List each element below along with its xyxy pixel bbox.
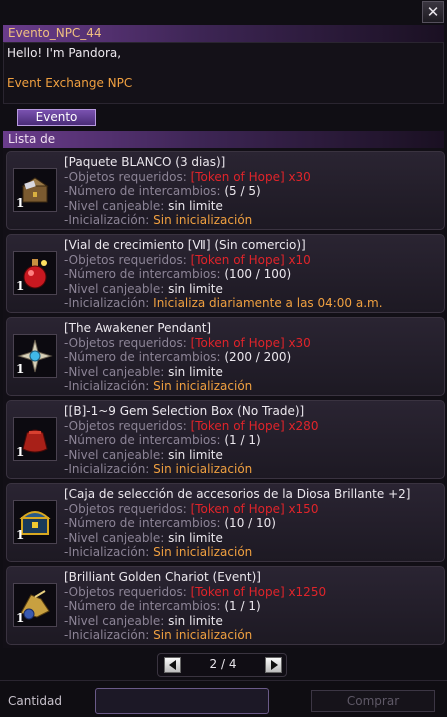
item-title: [[B]-1~9 Gem Selection Box (No Trade)] xyxy=(64,404,305,418)
level-label: -Nivel canjeable: xyxy=(64,281,169,296)
req-value: [Token of Hope] x30 xyxy=(190,169,311,184)
quantity-label: Cantidad xyxy=(8,694,62,708)
exchange-label: -Número de intercambios: xyxy=(64,267,225,282)
exchange-value: (100 / 100) xyxy=(224,267,292,282)
item-quantity: 1 xyxy=(16,611,25,625)
init-value: Inicializa diariamente a las 04:00 a.m. xyxy=(153,296,383,311)
req-label: -Objetos requeridos: xyxy=(64,418,191,433)
init-label: -Inicialización: xyxy=(64,462,154,477)
item-title: [Vial de crecimiento [Ⅶ] (Sin comercio)] xyxy=(64,238,306,252)
triangle-right-icon xyxy=(271,660,278,670)
item-title: [Caja de selección de accesorios de la D… xyxy=(64,487,411,501)
npc-greeting: Hello! I'm Pandora, xyxy=(7,46,122,60)
level-label: -Nivel canjeable: xyxy=(64,447,169,462)
next-page-button[interactable] xyxy=(265,657,282,673)
list-item[interactable]: 1 [Brilliant Golden Chariot (Event)] -Ob… xyxy=(6,566,445,645)
item-title: [Brilliant Golden Chariot (Event)] xyxy=(64,570,261,584)
init-label: -Inicialización: xyxy=(64,296,154,311)
exchange-label: -Número de intercambios: xyxy=(64,184,225,199)
level-value: sin limite xyxy=(168,447,223,462)
exchange-list: 1 [Paquete BLANCO (3 dias)] -Objetos req… xyxy=(3,148,445,648)
req-value: [Token of Hope] x10 xyxy=(190,252,311,267)
event-exchange-window: ✕ Evento_NPC_44 Hello! I'm Pandora, Even… xyxy=(0,0,447,717)
item-icon-slot[interactable]: 1 xyxy=(13,583,57,627)
list-item[interactable]: 1 [Vial de crecimiento [Ⅶ] (Sin comercio… xyxy=(6,234,445,313)
init-label: -Inicialización: xyxy=(64,379,154,394)
exchange-value: (200 / 200) xyxy=(224,350,292,365)
init-value: Sin inicialización xyxy=(153,462,253,477)
level-value: sin limite xyxy=(168,364,223,379)
exchange-label: -Número de intercambios: xyxy=(64,599,225,614)
level-value: sin limite xyxy=(168,198,223,213)
init-value: Sin inicialización xyxy=(153,628,253,643)
pagination: 2 / 4 xyxy=(157,653,287,677)
req-value: [Token of Hope] x1250 xyxy=(190,584,327,599)
init-label: -Inicialización: xyxy=(64,213,154,228)
item-quantity: 1 xyxy=(16,528,25,542)
req-value: [Token of Hope] x280 xyxy=(190,418,319,433)
req-label: -Objetos requeridos: xyxy=(64,335,191,350)
quantity-input[interactable] xyxy=(95,688,269,714)
exchange-label: -Número de intercambios: xyxy=(64,433,225,448)
item-quantity: 1 xyxy=(16,196,25,210)
init-value: Sin inicialización xyxy=(153,213,253,228)
item-icon-slot[interactable]: 1 xyxy=(13,334,57,378)
exchange-label: -Número de intercambios: xyxy=(64,350,225,365)
req-label: -Objetos requeridos: xyxy=(64,501,191,516)
npc-dialog-panel: Hello! I'm Pandora, Event Exchange NPC xyxy=(3,42,444,104)
item-icon-slot[interactable]: 1 xyxy=(13,168,57,212)
item-icon-slot[interactable]: 1 xyxy=(13,417,57,461)
exchange-value: (10 / 10) xyxy=(224,516,276,531)
item-icon-slot[interactable]: 1 xyxy=(13,500,57,544)
init-value: Sin inicialización xyxy=(153,379,253,394)
close-icon: ✕ xyxy=(426,3,440,21)
tab-evento[interactable]: Evento xyxy=(17,109,96,126)
npc-name: Evento_NPC_44 xyxy=(8,26,102,40)
list-header-label: Lista de xyxy=(8,132,56,146)
init-label: -Inicialización: xyxy=(64,545,154,560)
item-icon-slot[interactable]: 1 xyxy=(13,251,57,295)
item-title: [Paquete BLANCO (3 dias)] xyxy=(64,155,226,169)
req-label: -Objetos requeridos: xyxy=(64,252,191,267)
req-label: -Objetos requeridos: xyxy=(64,169,191,184)
item-title: [The Awakener Pendant] xyxy=(64,321,212,335)
req-value: [Token of Hope] x30 xyxy=(190,335,311,350)
list-header: Lista de xyxy=(3,131,444,148)
list-item[interactable]: 1 [Caja de selección de accesorios de la… xyxy=(6,483,445,562)
req-label: -Objetos requeridos: xyxy=(64,584,191,599)
init-value: Sin inicialización xyxy=(153,545,253,560)
item-quantity: 1 xyxy=(16,362,25,376)
exchange-value: (1 / 1) xyxy=(224,433,261,448)
buy-button[interactable]: Comprar xyxy=(311,690,435,712)
level-value: sin limite xyxy=(168,613,223,628)
level-label: -Nivel canjeable: xyxy=(64,198,169,213)
level-label: -Nivel canjeable: xyxy=(64,613,169,628)
item-quantity: 1 xyxy=(16,279,25,293)
list-item[interactable]: 1 [The Awakener Pendant] -Objetos requer… xyxy=(6,317,445,396)
close-button[interactable]: ✕ xyxy=(422,1,444,23)
npc-name-bar: Evento_NPC_44 xyxy=(3,25,444,42)
list-item[interactable]: 1 [Paquete BLANCO (3 dias)] -Objetos req… xyxy=(6,151,445,230)
npc-role: Event Exchange NPC xyxy=(7,76,133,90)
req-value: [Token of Hope] x150 xyxy=(190,501,319,516)
exchange-value: (1 / 1) xyxy=(224,599,261,614)
list-item[interactable]: 1 [[B]-1~9 Gem Selection Box (No Trade)]… xyxy=(6,400,445,479)
level-label: -Nivel canjeable: xyxy=(64,364,169,379)
exchange-label: -Número de intercambios: xyxy=(64,516,225,531)
level-value: sin limite xyxy=(168,281,223,296)
level-label: -Nivel canjeable: xyxy=(64,530,169,545)
exchange-value: (5 / 5) xyxy=(224,184,261,199)
item-quantity: 1 xyxy=(16,445,25,459)
level-value: sin limite xyxy=(168,530,223,545)
init-label: -Inicialización: xyxy=(64,628,154,643)
